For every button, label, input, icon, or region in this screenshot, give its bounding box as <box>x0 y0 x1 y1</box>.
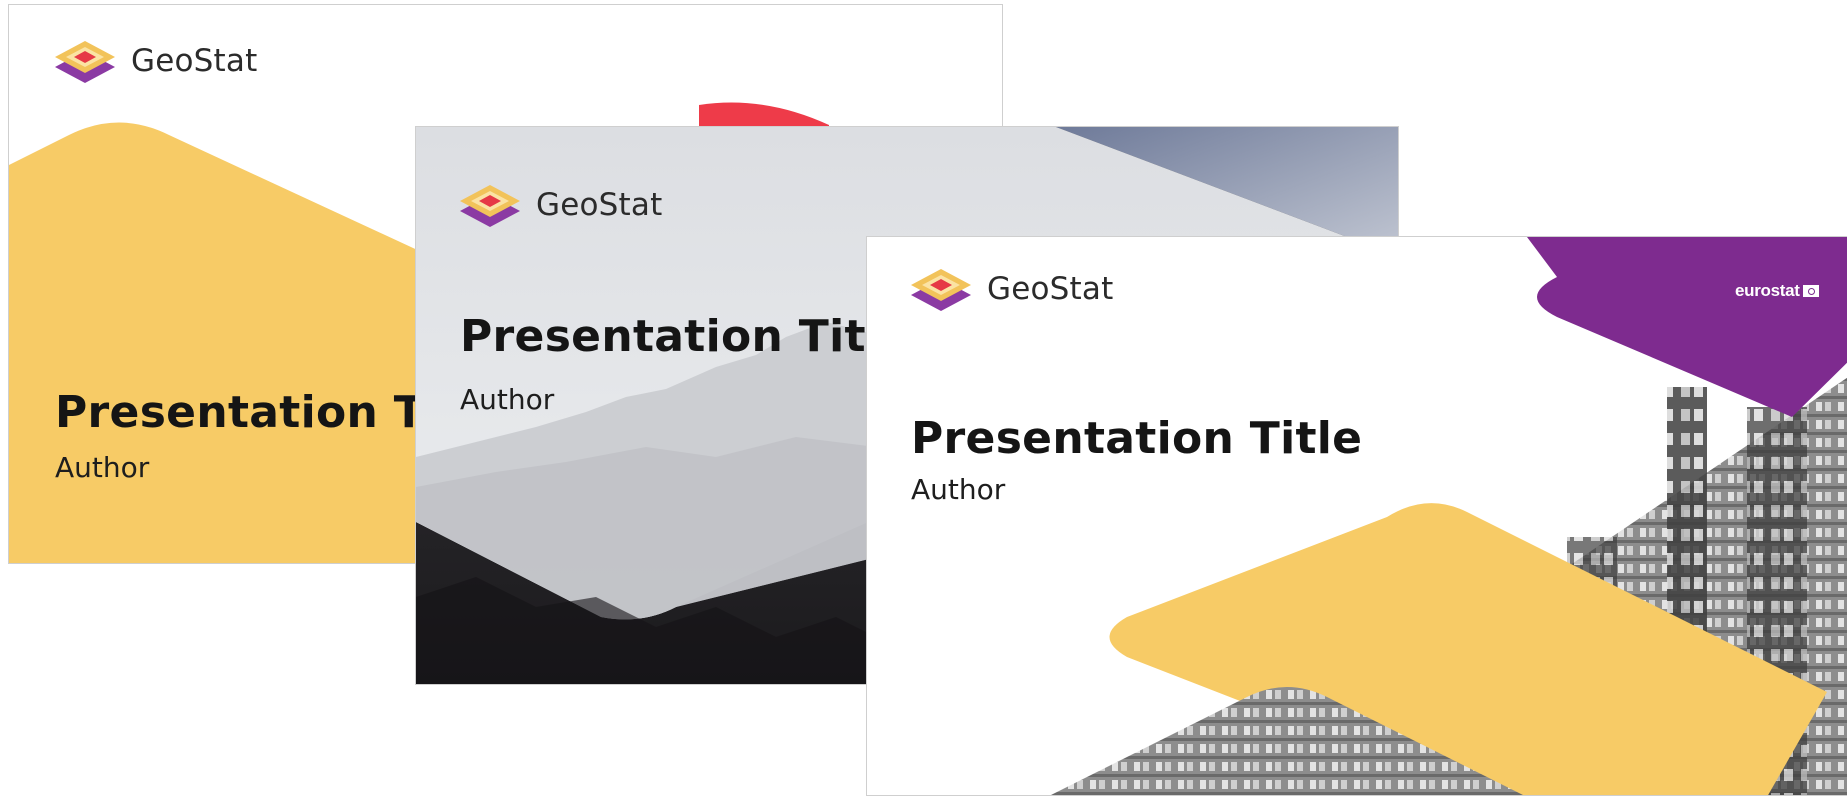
slide-2-logo: GeoStat <box>460 181 662 229</box>
slide-2-title: Presentation Title <box>460 311 912 362</box>
slide-3-author: Author <box>911 473 1006 506</box>
logo-text: GeoStat <box>131 43 258 79</box>
slide-3-logo: GeoStat <box>911 265 1113 313</box>
eurostat-logo: eurostat <box>1735 281 1819 301</box>
eurostat-logo-text: eurostat <box>1735 281 1800 300</box>
slide-card-3[interactable]: GeoStat eurostat Presentation Title Auth… <box>866 236 1847 796</box>
geostat-logo-icon <box>460 185 520 227</box>
slide-3-background <box>1051 237 1847 795</box>
slide-1-logo: GeoStat <box>55 37 257 85</box>
geostat-logo-icon <box>911 269 971 311</box>
slide-2-author: Author <box>460 383 555 416</box>
eurostat-mark-icon <box>1802 285 1819 297</box>
logo-text: GeoStat <box>987 271 1114 307</box>
slide-1-author: Author <box>55 451 150 484</box>
yellow-shape <box>9 122 439 563</box>
slide-3-title: Presentation Title <box>911 413 1363 464</box>
geostat-logo-icon <box>55 41 115 83</box>
logo-text: GeoStat <box>536 187 663 223</box>
